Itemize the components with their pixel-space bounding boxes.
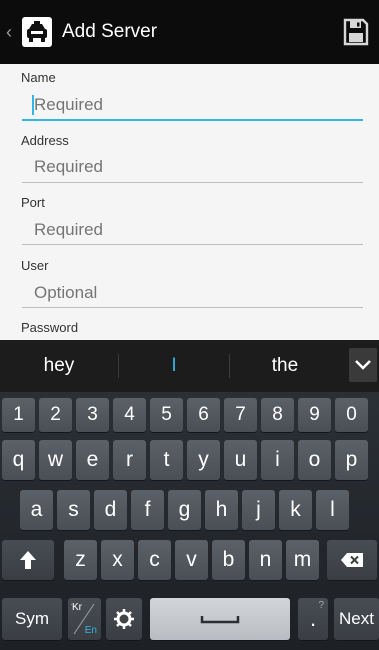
address-underline bbox=[22, 182, 363, 183]
address-label: Address bbox=[21, 133, 69, 148]
police-car-icon[interactable] bbox=[22, 17, 52, 47]
key-i[interactable]: i bbox=[261, 440, 294, 480]
key-m[interactable]: m bbox=[286, 540, 319, 580]
period-label: . bbox=[309, 606, 317, 631]
gear-icon bbox=[114, 609, 134, 629]
key-6[interactable]: 6 bbox=[187, 398, 220, 432]
password-label: Password bbox=[21, 320, 79, 335]
key-x[interactable]: x bbox=[101, 540, 134, 580]
key-2[interactable]: 2 bbox=[39, 398, 72, 432]
space-bar-icon bbox=[200, 616, 240, 624]
space-key[interactable] bbox=[150, 598, 290, 640]
key-w[interactable]: w bbox=[39, 440, 72, 480]
sym-key[interactable]: Sym bbox=[2, 598, 62, 640]
port-underline bbox=[22, 244, 363, 245]
key-u[interactable]: u bbox=[224, 440, 257, 480]
user-label: User bbox=[21, 258, 49, 273]
port-label: Port bbox=[21, 195, 45, 210]
next-key[interactable]: Next bbox=[334, 598, 379, 640]
key-b[interactable]: b bbox=[212, 540, 245, 580]
lang-english-label: En bbox=[84, 625, 97, 636]
user-input[interactable] bbox=[22, 276, 363, 310]
period-key[interactable]: ? . bbox=[298, 598, 328, 640]
key-y[interactable]: y bbox=[187, 440, 220, 480]
language-switch-key[interactable]: Kr · En bbox=[68, 598, 101, 640]
suggestion-middle[interactable]: I bbox=[119, 340, 229, 392]
key-f[interactable]: f bbox=[131, 490, 164, 530]
page-title: Add Server bbox=[62, 21, 158, 42]
port-input[interactable] bbox=[22, 213, 363, 247]
key-j[interactable]: j bbox=[242, 490, 275, 530]
key-0[interactable]: 0 bbox=[335, 398, 368, 432]
key-z[interactable]: z bbox=[64, 540, 97, 580]
name-underline bbox=[22, 119, 363, 121]
suggestion-left[interactable]: hey bbox=[0, 340, 118, 392]
key-n[interactable]: n bbox=[249, 540, 282, 580]
key-o[interactable]: o bbox=[298, 440, 331, 480]
key-s[interactable]: s bbox=[57, 490, 90, 530]
key-9[interactable]: 9 bbox=[298, 398, 331, 432]
floppy-disk-icon[interactable] bbox=[343, 18, 369, 46]
suggestion-right[interactable]: the bbox=[230, 340, 340, 392]
key-d[interactable]: d bbox=[94, 490, 127, 530]
add-server-form: Name Address Port User Password bbox=[0, 64, 379, 340]
key-a[interactable]: a bbox=[20, 490, 53, 530]
shift-arrow-icon bbox=[20, 551, 36, 569]
chevron-down-icon[interactable] bbox=[349, 348, 377, 382]
key-k[interactable]: k bbox=[279, 490, 312, 530]
name-input[interactable] bbox=[22, 88, 363, 122]
chevron-left-icon[interactable]: ‹ bbox=[6, 22, 20, 43]
key-3[interactable]: 3 bbox=[76, 398, 109, 432]
backspace-key[interactable] bbox=[327, 540, 377, 580]
key-1[interactable]: 1 bbox=[2, 398, 35, 432]
key-g[interactable]: g bbox=[168, 490, 201, 530]
key-p[interactable]: p bbox=[335, 440, 368, 480]
key-7[interactable]: 7 bbox=[224, 398, 257, 432]
key-5[interactable]: 5 bbox=[150, 398, 183, 432]
period-hint: ? bbox=[318, 600, 324, 611]
key-c[interactable]: c bbox=[138, 540, 171, 580]
key-t[interactable]: t bbox=[150, 440, 183, 480]
user-underline bbox=[22, 307, 363, 308]
suggestion-bar: hey I the bbox=[0, 340, 379, 392]
settings-key[interactable] bbox=[106, 598, 142, 640]
key-l[interactable]: l bbox=[316, 490, 349, 530]
name-label: Name bbox=[21, 70, 56, 85]
key-r[interactable]: r bbox=[113, 440, 146, 480]
text-cursor bbox=[32, 95, 34, 115]
address-input[interactable] bbox=[22, 150, 363, 184]
key-h[interactable]: h bbox=[205, 490, 238, 530]
key-4[interactable]: 4 bbox=[113, 398, 146, 432]
key-8[interactable]: 8 bbox=[261, 398, 294, 432]
shift-key[interactable] bbox=[2, 540, 54, 580]
key-v[interactable]: v bbox=[175, 540, 208, 580]
soft-keyboard: 1 2 3 4 5 6 7 8 9 0 q w e r t y u i o p … bbox=[0, 392, 379, 650]
action-bar: ‹ Add Server bbox=[0, 0, 379, 64]
key-e[interactable]: e bbox=[76, 440, 109, 480]
key-q[interactable]: q bbox=[2, 440, 35, 480]
backspace-icon bbox=[341, 553, 363, 567]
